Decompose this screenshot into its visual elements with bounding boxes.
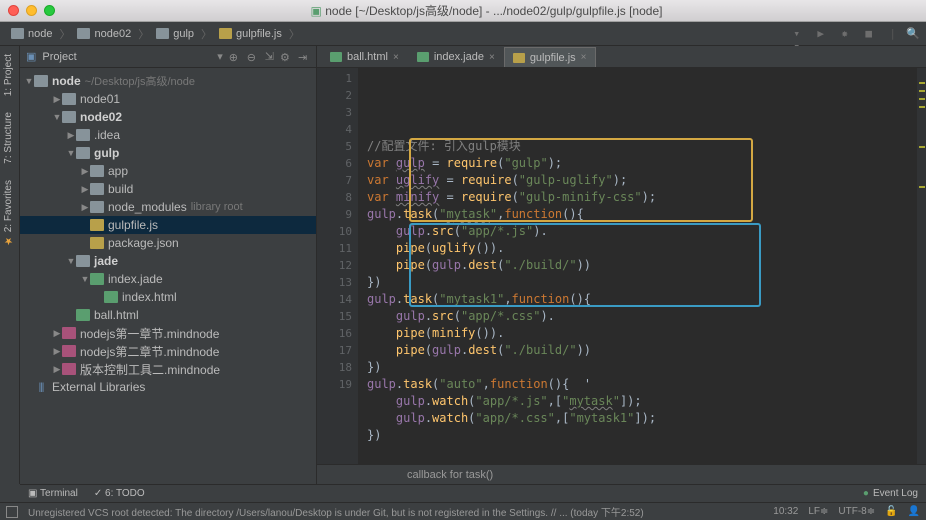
line-separator[interactable]: LF≑ [808, 506, 828, 517]
autoscroll-icon[interactable]: ⊖ [247, 51, 259, 63]
lock-icon[interactable]: 🔓 [885, 506, 897, 517]
run-icon[interactable]: ▶ [817, 27, 831, 41]
debug-icon[interactable]: ✸ [841, 27, 855, 41]
titlebar: ▣ node [~/Desktop/js高级/node] - .../node0… [0, 0, 926, 22]
status-message[interactable]: Unregistered VCS root detected: The dire… [28, 504, 763, 519]
tree-item[interactable]: package.json [20, 234, 316, 252]
collapse-icon[interactable]: ⇲ [265, 50, 274, 63]
tree-item[interactable]: ▶node_moduleslibrary root [20, 198, 316, 216]
gutter[interactable]: 12345678910111213141516171819 [317, 68, 359, 464]
crumb-gulp[interactable]: gulp [151, 26, 199, 42]
tree-item[interactable]: ▶.idea [20, 126, 316, 144]
close-tab-icon[interactable]: × [581, 52, 587, 63]
tree-item[interactable]: ▶nodejs第一章节.mindnode [20, 324, 316, 342]
todo-tab[interactable]: ✓ 6: TODO [94, 488, 145, 499]
main-area: ▣ Project ▾ ⊕ ⊖ ⇲ ⚙ ⇥ ▼node~/Desktop/js高… [20, 46, 926, 484]
editor-area: ball.html×index.jade×gulpfile.js× 123456… [317, 46, 926, 484]
project-panel: ▣ Project ▾ ⊕ ⊖ ⇲ ⚙ ⇥ ▼node~/Desktop/js高… [20, 46, 317, 484]
editor-tabs: ball.html×index.jade×gulpfile.js× [317, 46, 926, 68]
cursor-position[interactable]: 10:32 [773, 506, 798, 517]
minimize-window[interactable] [26, 5, 37, 16]
path-breadcrumb: node〉 node02〉 gulp〉 gulpfile.js〉 [6, 26, 793, 42]
crumb-node[interactable]: node [6, 26, 57, 42]
crumb-gulpfile[interactable]: gulpfile.js [214, 26, 287, 42]
project-tree[interactable]: ▼node~/Desktop/js高级/node▶node01▼node02▶.… [20, 68, 316, 484]
window-controls [8, 5, 55, 16]
bottom-tool-tabs: ▣ Terminal ✓ 6: TODO Event Log [20, 484, 926, 502]
search-icon[interactable]: 🔍 [906, 27, 920, 41]
tree-item[interactable]: ▶版本控制工具二.mindnode [20, 360, 316, 378]
tree-item[interactable]: ▼index.jade [20, 270, 316, 288]
code-area[interactable]: //配置文件: 引入gulp模块var gulp = require("gulp… [359, 68, 916, 464]
file-encoding[interactable]: UTF-8≑ [838, 506, 875, 517]
project-header: ▣ Project ▾ ⊕ ⊖ ⇲ ⚙ ⇥ [20, 46, 316, 68]
status-bar: Unregistered VCS root detected: The dire… [0, 502, 926, 520]
crumb-node02[interactable]: node02 [72, 26, 136, 42]
tab-project[interactable]: 1: Project [0, 46, 17, 104]
project-icon: ▣ [26, 50, 36, 63]
editor-body: 12345678910111213141516171819 //配置文件: 引入… [317, 68, 926, 464]
close-tab-icon[interactable]: × [489, 52, 495, 63]
dropdown-icon[interactable]: ▾ [217, 50, 223, 63]
tree-item[interactable]: ▼gulp [20, 144, 316, 162]
tree-item[interactable]: ▶node01 [20, 90, 316, 108]
stop-icon[interactable]: ■ [865, 27, 879, 41]
maximize-window[interactable] [44, 5, 55, 16]
scroll-from-source-icon[interactable]: ⊕ [229, 51, 241, 63]
event-log-tab[interactable]: Event Log [863, 488, 918, 499]
tree-item[interactable]: ▶nodejs第二章节.mindnode [20, 342, 316, 360]
code-breadcrumb[interactable]: callback for task() [317, 464, 926, 484]
tool-window-toggle-icon[interactable] [6, 506, 18, 518]
hector-icon[interactable]: 👤 [908, 506, 920, 517]
run-config-dropdown[interactable]: ▾ ▾ [793, 27, 807, 41]
toolbar-actions: ▾ ▾ ▶ ✸ ■ | 🔍 [793, 27, 920, 41]
editor-tab[interactable]: gulpfile.js× [504, 47, 596, 67]
left-tool-tabs: 1: Project 7: Structure 2: Favorites [0, 46, 20, 484]
terminal-tab[interactable]: ▣ Terminal [28, 488, 78, 499]
editor-tab[interactable]: index.jade× [408, 47, 504, 67]
tree-external-libraries[interactable]: External Libraries [20, 378, 316, 396]
hide-icon[interactable]: ⇥ [298, 51, 310, 63]
tree-item[interactable]: ▶app [20, 162, 316, 180]
tree-root[interactable]: ▼node~/Desktop/js高级/node [20, 72, 316, 90]
tree-item[interactable]: index.html [20, 288, 316, 306]
error-stripe[interactable] [916, 68, 926, 464]
gear-icon[interactable]: ⚙ [280, 51, 292, 63]
close-tab-icon[interactable]: × [393, 52, 399, 63]
editor-tab[interactable]: ball.html× [321, 47, 408, 67]
tab-structure[interactable]: 7: Structure [0, 104, 17, 172]
tab-favorites[interactable]: 2: Favorites [0, 172, 17, 254]
tree-item[interactable]: gulpfile.js [20, 216, 316, 234]
window-title: ▣ node [~/Desktop/js高级/node] - .../node0… [55, 2, 918, 19]
tree-item[interactable]: ▼node02 [20, 108, 316, 126]
navigation-bar: node〉 node02〉 gulp〉 gulpfile.js〉 ▾ ▾ ▶ ✸… [0, 22, 926, 46]
tree-item[interactable]: ▼jade [20, 252, 316, 270]
tree-item[interactable]: ball.html [20, 306, 316, 324]
project-title: Project [42, 51, 211, 63]
close-window[interactable] [8, 5, 19, 16]
tree-item[interactable]: ▶build [20, 180, 316, 198]
